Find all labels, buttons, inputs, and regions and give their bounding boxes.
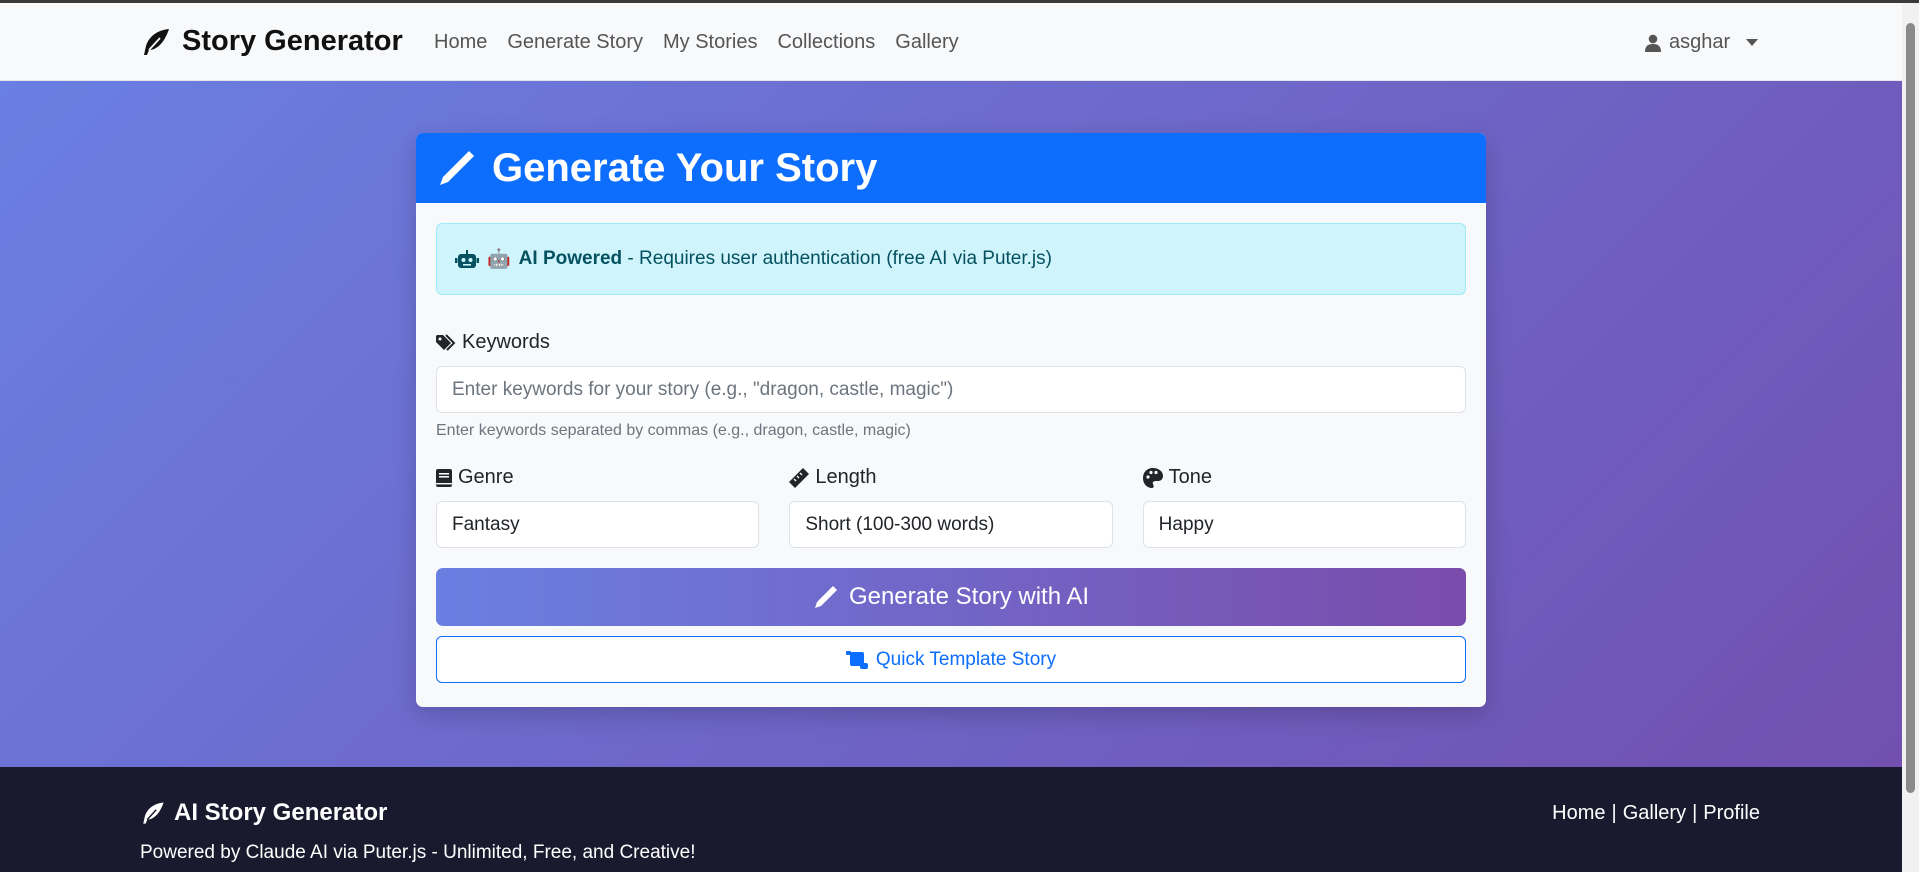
nav-generate-story[interactable]: Generate Story [507,31,643,54]
user-dropdown[interactable]: asghar [1645,31,1759,54]
vertical-scrollbar[interactable] [1902,3,1919,872]
navbar: Story Generator Home Generate Story My S… [0,3,1902,81]
book-icon [436,468,452,487]
length-label: Length [789,466,1112,489]
robot-icon [455,250,479,268]
genre-label-text: Genre [458,466,514,488]
nav-collections[interactable]: Collections [777,31,875,54]
tags-icon [436,333,456,351]
genre-column: Genre Fantasy [436,466,760,548]
brand-link[interactable]: Story Generator [140,25,403,58]
scrollbar-thumb[interactable] [1906,23,1915,793]
pen-icon [814,586,837,608]
tone-select[interactable]: Happy [1142,501,1466,548]
footer-separator: | [1692,802,1698,824]
length-select[interactable]: Short (100-300 words) [789,501,1113,548]
user-icon [1645,34,1661,52]
tone-label-text: Tone [1168,466,1213,488]
palette-icon [1142,467,1163,488]
feather-icon [144,28,169,55]
nav-gallery[interactable]: Gallery [895,31,958,54]
genre-label: Genre [436,466,759,489]
keywords-input[interactable] [436,366,1466,413]
genre-select[interactable]: Fantasy [436,501,760,548]
footer-tagline: Powered by Claude AI via Puter.js - Unli… [140,842,696,863]
alert-text: AI Powered - Requires user authenticatio… [519,248,1052,270]
alert-detail: - Requires user authentication (free AI … [622,248,1052,269]
length-label-text: Length [815,466,877,488]
footer-brand-text: AI Story Generator [174,799,388,826]
chevron-down-icon [1746,39,1759,46]
keywords-help: Enter keywords separated by commas (e.g.… [436,422,911,439]
length-column: Length Short (100-300 words) [789,466,1113,548]
footer-links: Home | Gallery | Profile [1552,802,1760,825]
generate-story-button[interactable]: Generate Story with AI [436,568,1466,626]
keywords-label-text: Keywords [462,331,550,353]
robot-emoji: 🤖 [487,249,511,270]
options-row: Genre Fantasy Length Short (100-300 word… [436,466,1466,548]
footer-link-gallery[interactable]: Gallery [1623,802,1686,825]
card-header: Generate Your Story [416,133,1486,203]
page-title: Generate Your Story [492,145,878,190]
alert-bold: AI Powered [518,248,623,269]
pen-icon [440,151,474,185]
tone-column: Tone Happy [1142,466,1466,548]
nav-my-stories[interactable]: My Stories [663,31,757,54]
footer: AI Story Generator Powered by Claude AI … [0,767,1902,872]
generate-card: Generate Your Story 🤖 AI Powered - Requi… [416,133,1486,707]
nav-home[interactable]: Home [434,31,487,54]
feather-icon [143,802,164,824]
nav-links: Home Generate Story My Stories Collectio… [434,31,959,54]
user-name: asghar [1669,31,1731,53]
footer-brand: AI Story Generator [140,799,387,827]
generate-story-label: Generate Story with AI [848,583,1090,610]
footer-separator: | [1611,802,1617,824]
brand-text: Story Generator [182,25,403,57]
ai-powered-alert: 🤖 AI Powered - Requires user authenticat… [436,223,1466,295]
tone-label: Tone [1142,466,1466,489]
quick-template-label: Quick Template Story [875,648,1057,670]
footer-link-profile[interactable]: Profile [1703,802,1760,825]
ruler-icon [789,467,810,488]
card-body: 🤖 AI Powered - Requires user authenticat… [416,203,1486,703]
scroll-icon [845,650,868,669]
quick-template-button[interactable]: Quick Template Story [436,636,1466,683]
keywords-label: Keywords [436,331,1466,354]
footer-link-home[interactable]: Home [1552,802,1605,825]
